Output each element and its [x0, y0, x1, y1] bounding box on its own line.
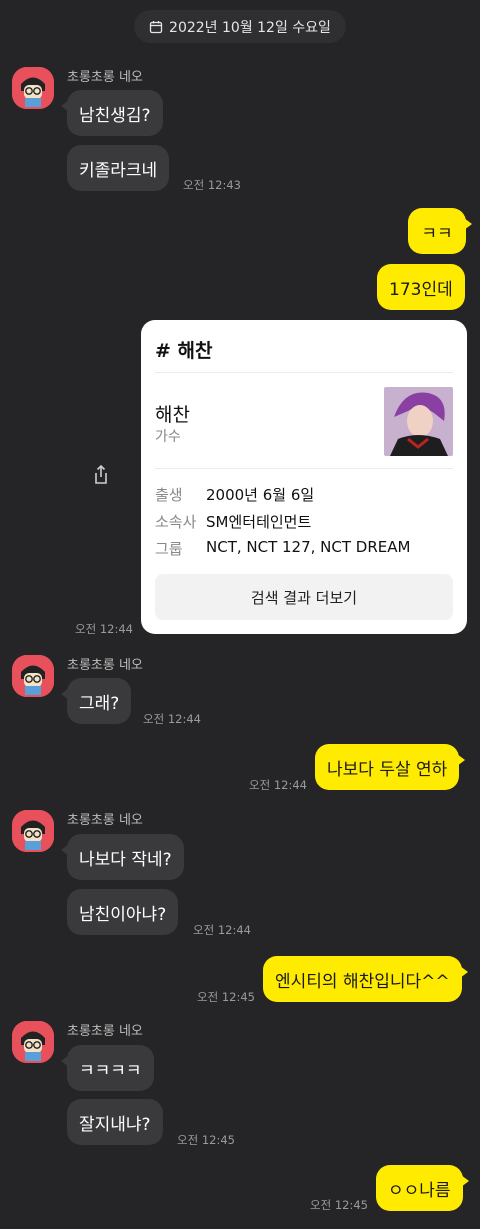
card-title: # 해찬: [155, 340, 213, 362]
share-icon[interactable]: [88, 462, 114, 488]
message-time: 오전 12:44: [249, 778, 307, 792]
message-time: 오전 12:45: [310, 1198, 368, 1212]
message-bubble-outgoing[interactable]: ㅇㅇ나름: [376, 1165, 469, 1211]
info-label-group: 그룹: [155, 540, 183, 558]
info-value-group: NCT, NCT 127, NCT DREAM: [206, 538, 411, 556]
message-bubble[interactable]: 나보다 작네?: [61, 834, 184, 880]
sender-name: 초롱초롱 네오: [67, 813, 143, 828]
search-result-card[interactable]: # 해찬 해찬 가수 출생 2000년 6월 6일 소속사 SM엔터테인먼트 그…: [141, 320, 467, 634]
sender-avatar[interactable]: [12, 810, 54, 852]
sender-avatar[interactable]: [12, 67, 54, 109]
message-time: 오전 12:43: [183, 178, 241, 192]
message-bubble[interactable]: 남친이아냐?: [67, 889, 179, 935]
info-label-birth: 출생: [155, 486, 183, 504]
message-bubble[interactable]: ㅋㅋㅋㅋ: [61, 1045, 154, 1091]
sender-name: 초롱초롱 네오: [67, 658, 143, 673]
info-label-agency: 소속사: [155, 513, 197, 531]
message-bubble[interactable]: 잘지내냐?: [67, 1099, 163, 1145]
sender-avatar[interactable]: [12, 1021, 54, 1063]
message-bubble-outgoing[interactable]: 나보다 두살 연하: [315, 744, 466, 790]
message-time: 오전 12:45: [197, 990, 255, 1004]
message-bubble-outgoing[interactable]: 173인데: [377, 264, 465, 310]
divider: [155, 372, 453, 373]
more-results-button[interactable]: 검색 결과 더보기: [155, 574, 453, 620]
person-photo[interactable]: [384, 387, 453, 456]
calendar-icon: [149, 20, 163, 33]
date-label: 2022년 10월 12일 수요일: [169, 19, 331, 36]
message-bubble[interactable]: 남친생김?: [61, 90, 163, 136]
date-divider: 2022년 10월 12일 수요일: [134, 10, 346, 43]
message-time: 오전 12:44: [75, 622, 133, 636]
card-person-role: 가수: [155, 429, 181, 445]
message-time: 오전 12:44: [143, 712, 201, 726]
info-value-birth: 2000년 6월 6일: [206, 486, 315, 504]
sender-avatar[interactable]: [12, 655, 54, 697]
message-bubble[interactable]: 그래?: [60, 678, 132, 724]
divider: [155, 468, 453, 469]
info-value-agency: SM엔터테인먼트: [206, 513, 312, 531]
sender-name: 초롱초롱 네오: [67, 70, 143, 85]
card-person-name: 해찬: [155, 404, 190, 426]
message-time: 오전 12:44: [193, 923, 251, 937]
sender-name: 초롱초롱 네오: [67, 1024, 143, 1039]
message-bubble[interactable]: 키졸라크네: [67, 145, 170, 191]
message-bubble-outgoing[interactable]: 엔시티의 해찬입니다^^: [263, 956, 468, 1002]
message-time: 오전 12:45: [177, 1133, 235, 1147]
message-bubble-outgoing[interactable]: ㅋㅋ: [408, 208, 472, 254]
